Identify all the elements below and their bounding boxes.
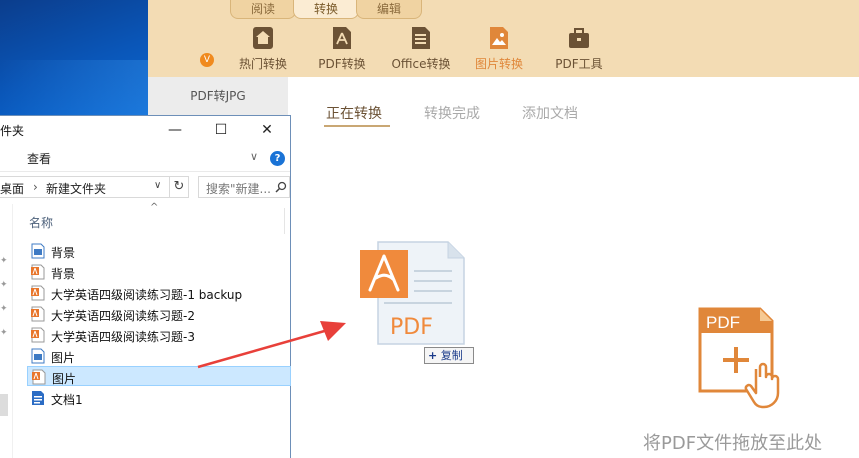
add-icon-label: PDF — [706, 313, 740, 332]
tool-label: PDF转换 — [318, 57, 366, 71]
word-file-icon — [31, 390, 45, 406]
navigation-pane: ✦ ✦ ✦ ✦ — [0, 204, 10, 458]
help-icon[interactable]: ? — [270, 151, 285, 166]
image-file-icon — [31, 243, 45, 259]
office-doc-icon — [412, 27, 430, 49]
pin-icon: ✦ — [0, 304, 8, 314]
sort-ascending-icon: ^ — [150, 202, 159, 213]
file-name: 图片 — [52, 372, 77, 386]
drop-hint: 将PDF文件拖放至此处 — [643, 433, 823, 454]
file-name: 图片 — [51, 351, 76, 365]
search-placeholder: 搜索"新建... — [206, 182, 271, 196]
tool-office-convert[interactable]: Office转换 — [386, 26, 456, 72]
ribbon-tab-view[interactable]: 查看 — [27, 150, 51, 167]
copy-tooltip: + 复制 — [424, 347, 474, 364]
minimize-button[interactable]: — — [152, 116, 198, 144]
pdf-file-icon — [31, 327, 45, 343]
panel-item-pdf-to-jpg[interactable]: PDF转JPG — [148, 77, 288, 115]
file-name: 文档1 — [51, 393, 83, 407]
explorer-ribbon: 查看 ∨ ? — [0, 144, 290, 172]
plus-icon: + — [428, 349, 438, 362]
desktop-glow — [0, 60, 150, 115]
tool-pdf-convert[interactable]: PDF转换 — [307, 26, 377, 72]
tool-label: 热门转换 — [238, 57, 287, 71]
tool-label: 图片转换 — [474, 57, 523, 71]
tab-read[interactable]: 阅读 — [230, 0, 296, 19]
drag-arrow-annotation — [197, 321, 346, 369]
pdf-file-icon — [32, 369, 46, 385]
search-box[interactable]: 搜索"新建... — [198, 176, 290, 198]
tool-pdf-tools[interactable]: PDF工具 — [544, 26, 614, 72]
pdf-doc-icon — [333, 27, 351, 49]
add-pdf-icon[interactable]: PDF — [698, 307, 790, 409]
desktop-background — [0, 0, 150, 115]
maximize-button[interactable]: ☐ — [198, 116, 244, 144]
address-bar[interactable]: 桌面 › 新建文件夹 ∨ — [0, 176, 170, 198]
pdf-file-icon — [31, 306, 45, 322]
address-dropdown-icon[interactable]: ∨ — [154, 180, 161, 191]
breadcrumb-desktop[interactable]: 桌面 — [0, 180, 24, 197]
tab-converting[interactable]: 正在转换 — [326, 103, 382, 123]
tool-image-convert[interactable]: 图片转换 — [464, 26, 534, 72]
ghost-pdf-label: PDF — [390, 315, 433, 340]
pdf-file-icon — [31, 285, 45, 301]
pdf-file-icon — [31, 264, 45, 280]
pin-icon: ✦ — [0, 328, 8, 338]
chevron-down-icon[interactable]: ∨ — [250, 150, 258, 163]
vip-badge[interactable]: V — [200, 53, 214, 67]
tool-hot-convert[interactable]: 热门转换 — [228, 26, 298, 72]
pin-icon: ✦ — [0, 256, 8, 266]
dragged-file-icon: PDF — [360, 241, 465, 345]
active-tab-underline — [324, 125, 390, 127]
copy-tooltip-label: 复制 — [440, 349, 463, 362]
tab-add-document[interactable]: 添加文档 — [522, 103, 578, 123]
refresh-icon[interactable]: ↻ — [169, 176, 189, 198]
nav-selection-strip — [0, 394, 8, 416]
image-file-icon — [31, 348, 45, 364]
search-icon — [275, 181, 287, 193]
column-divider[interactable] — [284, 208, 285, 234]
home-icon — [253, 27, 273, 49]
column-header-name[interactable]: 名称 — [29, 214, 53, 231]
app-ribbon: 阅读 转换 编辑 V 热门转换 PDF转换 Office转换 图片转换 PDF工… — [148, 0, 859, 77]
file-name: 大学英语四级阅读练习题-1 backup — [51, 288, 243, 302]
file-name: 背景 — [51, 246, 76, 260]
tab-edit[interactable]: 编辑 — [356, 0, 422, 19]
file-name: 大学英语四级阅读练习题-3 — [51, 330, 195, 344]
explorer-titlebar[interactable]: 件夹 — ☐ ✕ — [0, 116, 290, 144]
tool-label: Office转换 — [391, 57, 451, 71]
pin-icon: ✦ — [0, 280, 8, 290]
file-row[interactable]: 背景 — [27, 262, 291, 282]
file-explorer-window: 件夹 — ☐ ✕ 查看 ∨ ? 桌面 › 新建文件夹 ∨ ↻ 搜索"新建... … — [0, 115, 291, 458]
tab-convert[interactable]: 转换 — [293, 0, 359, 19]
file-name: 大学英语四级阅读练习题-2 — [51, 309, 195, 323]
explorer-title: 件夹 — [0, 124, 25, 138]
file-row[interactable]: 文档1 — [27, 388, 291, 408]
file-row[interactable]: 背景 — [27, 241, 291, 261]
tab-converted[interactable]: 转换完成 — [424, 103, 480, 123]
close-button[interactable]: ✕ — [244, 116, 290, 144]
image-doc-icon — [490, 27, 508, 49]
breadcrumb-separator-icon: › — [33, 180, 38, 194]
file-name: 背景 — [51, 267, 76, 281]
toolbox-icon — [569, 28, 589, 48]
file-row[interactable]: 大学英语四级阅读练习题-1 backup — [27, 283, 291, 303]
breadcrumb-folder[interactable]: 新建文件夹 — [46, 180, 106, 197]
tool-label: PDF工具 — [555, 57, 603, 71]
